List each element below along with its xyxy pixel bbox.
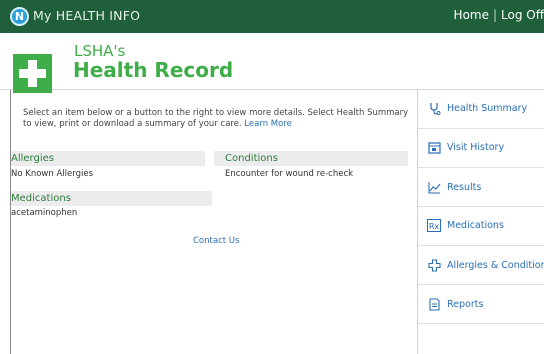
medical-cross-icon <box>428 259 441 272</box>
stethoscope-icon <box>428 102 441 115</box>
medications-title: Medications <box>11 193 71 204</box>
sidebar-item-label: Allergies & Conditions <box>447 260 544 271</box>
main-content: Select an item below or a button to the … <box>11 90 417 354</box>
sidebar-item-allergies-conditions[interactable]: Allergies & Conditions <box>418 246 544 285</box>
medications-section-header[interactable]: Medications <box>11 191 212 206</box>
allergies-value: No Known Allergies <box>11 169 93 179</box>
nav-separator: | <box>492 8 498 22</box>
top-navigation: Home | Log Off <box>454 8 544 22</box>
page-header: LSHA's Health Record <box>0 33 544 93</box>
sidebar-item-label: Results <box>447 182 482 193</box>
learn-more-link[interactable]: Learn More <box>244 119 292 129</box>
app-logo-icon: N <box>10 7 29 26</box>
intro-text: Select an item below or a button to the … <box>23 108 411 130</box>
log-off-link[interactable]: Log Off <box>501 8 544 22</box>
medications-value: acetaminophen <box>11 208 78 218</box>
sidebar-item-results[interactable]: Results <box>418 168 544 207</box>
logo-letter: N <box>14 10 25 23</box>
allergies-section-header[interactable]: Allergies <box>11 151 205 166</box>
health-cross-logo-icon <box>13 54 52 93</box>
sidebar-item-label: Visit History <box>447 142 505 153</box>
conditions-value: Encounter for wound re-check <box>225 169 354 179</box>
sidebar: Health Summary Visit History Results Rx … <box>417 90 544 354</box>
line-chart-icon <box>428 181 441 194</box>
allergies-title: Allergies <box>11 153 54 164</box>
calendar-icon <box>428 141 441 154</box>
sidebar-item-visit-history[interactable]: Visit History <box>418 129 544 168</box>
conditions-section-header[interactable]: Conditions <box>214 151 408 166</box>
sidebar-item-label: Health Summary <box>447 103 528 114</box>
sidebar-item-medications[interactable]: Rx Medications <box>418 207 544 246</box>
sidebar-item-label: Reports <box>447 299 484 310</box>
page-title: Health Record <box>73 58 234 82</box>
sidebar-item-reports[interactable]: Reports <box>418 285 544 324</box>
document-icon <box>428 298 441 311</box>
rx-icon: Rx <box>427 219 441 232</box>
intro-instructions: Select an item below or a button to the … <box>23 108 409 129</box>
home-link[interactable]: Home <box>454 8 489 22</box>
conditions-title: Conditions <box>225 153 278 164</box>
contact-us-link[interactable]: Contact Us <box>193 236 239 246</box>
sidebar-item-label: Medications <box>447 220 504 231</box>
top-bar: N My HEALTH INFO Home | Log Off <box>0 0 544 33</box>
app-title: My HEALTH INFO <box>33 8 141 23</box>
sidebar-item-health-summary[interactable]: Health Summary <box>418 90 544 129</box>
